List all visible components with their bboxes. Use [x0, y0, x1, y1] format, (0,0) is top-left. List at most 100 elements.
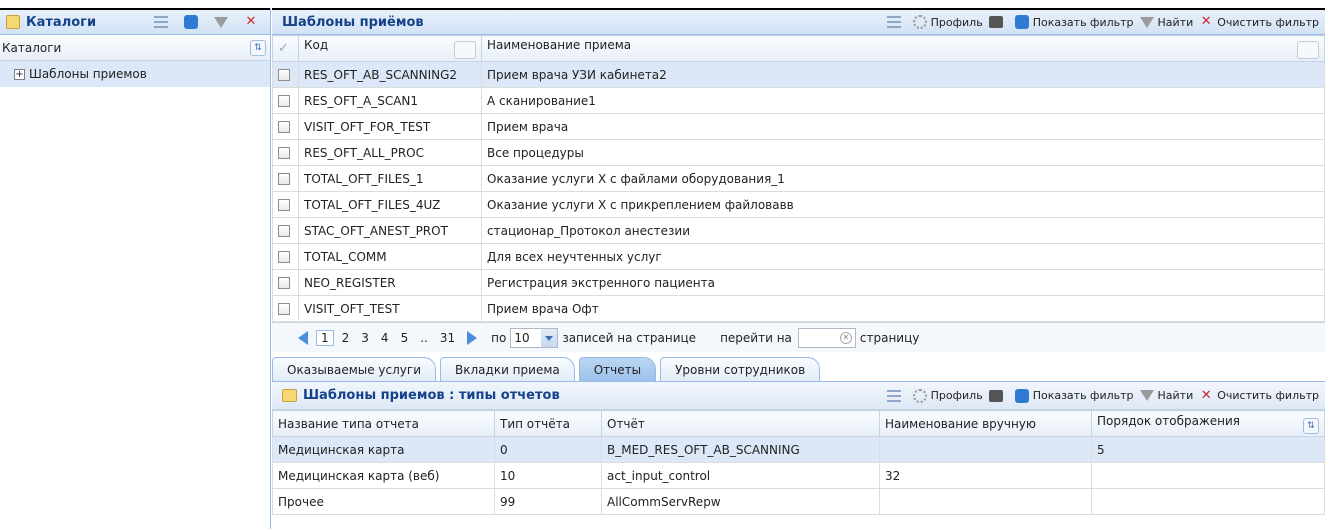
row-checkbox[interactable] — [278, 303, 290, 315]
order-cell — [1091, 488, 1325, 515]
row-checkbox[interactable] — [278, 199, 290, 211]
next-page-icon[interactable] — [467, 330, 478, 345]
templates-table-header: ✓ Код Наименование приема — [272, 35, 1325, 62]
print-icon[interactable] — [988, 389, 1003, 402]
report-column-header[interactable]: Отчёт — [601, 410, 880, 437]
name-column-header[interactable]: Наименование приема — [481, 35, 1325, 62]
catalogs-column-label: Каталоги — [2, 40, 62, 55]
table-row[interactable]: STAC_OFT_ANEST_PROT стационар_Протокол ан… — [272, 217, 1325, 244]
table-row[interactable]: TOTAL_OFT_FILES_1 Оказание услуги Х с фай… — [272, 165, 1325, 192]
order-cell — [1091, 462, 1325, 489]
select-all-header[interactable]: ✓ — [272, 35, 299, 62]
code-cell: TOTAL_OFT_FILES_4UZ — [298, 191, 482, 218]
show-filter-button[interactable]: Показать фильтр — [1014, 388, 1134, 403]
row-checkbox[interactable] — [278, 277, 290, 289]
find-button[interactable]: Найти — [1139, 15, 1194, 29]
table-row[interactable]: RES_OFT_ALL_PROC Все процедуры — [272, 139, 1325, 166]
table-row[interactable]: VISIT_OFT_TEST Прием врача Офт — [272, 295, 1325, 322]
clear-filter-label: Очистить фильтр — [1217, 389, 1319, 402]
show-filter-button[interactable]: Показать фильтр — [1014, 15, 1134, 29]
show-filter-label: Показать фильтр — [1032, 15, 1134, 29]
per-page-select[interactable]: 10 — [510, 327, 559, 348]
name-cell: Прием врача — [481, 113, 1325, 140]
page-link[interactable]: 2 — [338, 331, 354, 345]
sort-icon[interactable]: ⇅ — [250, 39, 266, 56]
report-cell: B_MED_RES_OFT_AB_SCANNING — [601, 436, 880, 463]
tab-reports[interactable]: Отчеты — [578, 357, 657, 381]
expand-icon[interactable]: + — [14, 68, 25, 80]
prev-page-icon[interactable] — [298, 330, 308, 345]
code-cell: VISIT_OFT_TEST — [298, 295, 482, 322]
manual-name-column-header[interactable]: Наименование вручную — [879, 410, 1092, 437]
clear-filter-icon[interactable]: ✕ — [244, 15, 258, 29]
profile-button[interactable]: Профиль — [912, 15, 983, 29]
goto-page-input[interactable]: ✕ — [797, 327, 856, 348]
templates-panel: Шаблоны приёмов Профиль Показать фильтр … — [272, 8, 1325, 529]
column-menu-button[interactable] — [1297, 41, 1319, 59]
catalogs-panel-title: Каталоги — [26, 14, 97, 30]
row-checkbox[interactable] — [278, 173, 290, 185]
download-icon — [1014, 388, 1029, 403]
tab-services[interactable]: Оказываемые услуги — [272, 357, 437, 381]
type-cell: 10 — [494, 462, 602, 489]
order-cell: 5 — [1091, 436, 1325, 463]
name-cell: Прием врача УЗИ кабинета2 — [481, 61, 1325, 88]
page-ellipsis: .. — [420, 330, 428, 345]
find-button[interactable]: Найти — [1139, 389, 1194, 402]
sort-icon[interactable]: ⇅ — [1303, 417, 1319, 434]
table-row[interactable]: TOTAL_COMM Для всех неучтенных услуг — [272, 243, 1325, 270]
name-cell: Для всех неучтенных услуг — [481, 243, 1325, 270]
tab-staff-levels[interactable]: Уровни сотрудников — [660, 357, 821, 381]
filter-icon[interactable] — [214, 16, 228, 28]
page-link-current[interactable]: 1 — [316, 329, 334, 346]
templates-panel-header: Шаблоны приёмов Профиль Показать фильтр … — [272, 8, 1325, 35]
clear-icon[interactable]: ✕ — [839, 331, 852, 344]
type-name-column-header[interactable]: Название типа отчета — [272, 410, 495, 437]
table-row[interactable]: Медицинская карта (веб) 10 act_input_con… — [272, 462, 1325, 489]
code-cell: VISIT_OFT_FOR_TEST — [298, 113, 482, 140]
clear-filter-button[interactable]: ✕ Очистить фильтр — [1199, 15, 1319, 29]
table-row[interactable]: RES_OFT_AB_SCANNING2 Прием врача УЗИ каби… — [272, 61, 1325, 88]
table-row[interactable]: Медицинская карта 0 B_MED_RES_OFT_AB_SCA… — [272, 436, 1325, 463]
menu-icon[interactable] — [886, 16, 901, 28]
row-checkbox[interactable] — [278, 147, 290, 159]
row-checkbox[interactable] — [278, 251, 290, 263]
page-link[interactable]: 4 — [377, 331, 393, 345]
report-cell: act_input_control — [601, 462, 880, 489]
clear-filter-button[interactable]: ✕ Очистить фильтр — [1199, 388, 1319, 403]
code-cell: TOTAL_COMM — [298, 243, 482, 270]
row-checkbox[interactable] — [278, 69, 290, 81]
row-checkbox[interactable] — [278, 121, 290, 133]
menu-icon[interactable] — [154, 16, 168, 28]
chevron-down-icon[interactable] — [541, 328, 558, 347]
type-column-header[interactable]: Тип отчёта — [494, 410, 602, 437]
filter-icon — [1139, 390, 1154, 401]
type-name-cell: Прочее — [272, 488, 495, 515]
code-column-header[interactable]: Код — [298, 35, 482, 62]
table-row[interactable]: RES_OFT_A_SCAN1 А сканирование1 — [272, 87, 1325, 114]
name-cell: Все процедуры — [481, 139, 1325, 166]
find-label: Найти — [1157, 15, 1194, 29]
table-row[interactable]: NEO_REGISTER Регистрация экстренного паци… — [272, 269, 1325, 296]
column-menu-button[interactable] — [454, 41, 476, 59]
find-label: Найти — [1157, 389, 1194, 402]
table-row[interactable]: Прочее 99 AllCommServRepw — [272, 488, 1325, 515]
reports-table-header: Название типа отчета Тип отчёта Отчёт На… — [272, 410, 1325, 437]
page-link[interactable]: 5 — [397, 331, 413, 345]
tree-item-templates[interactable]: + Шаблоны приемов — [0, 61, 270, 87]
tab-reception-tabs[interactable]: Вкладки приема — [440, 357, 575, 381]
row-checkbox[interactable] — [278, 95, 290, 107]
table-row[interactable]: VISIT_OFT_FOR_TEST Прием врача — [272, 113, 1325, 140]
profile-button[interactable]: Профиль — [912, 388, 983, 403]
name-cell: стационар_Протокол анестезии — [481, 217, 1325, 244]
row-checkbox[interactable] — [278, 225, 290, 237]
page-link-last[interactable]: 31 — [436, 331, 459, 345]
clear-filter-icon: ✕ — [1200, 14, 1212, 29]
download-icon[interactable] — [184, 15, 198, 29]
order-column-header[interactable]: Порядок отображения ⇅ — [1091, 410, 1325, 437]
table-row[interactable]: TOTAL_OFT_FILES_4UZ Оказание услуги Х с п… — [272, 191, 1325, 218]
print-icon[interactable] — [988, 16, 1003, 28]
page-link[interactable]: 3 — [357, 331, 373, 345]
catalogs-column-header[interactable]: Каталоги ⇅ — [0, 35, 270, 61]
menu-icon[interactable] — [886, 389, 901, 402]
